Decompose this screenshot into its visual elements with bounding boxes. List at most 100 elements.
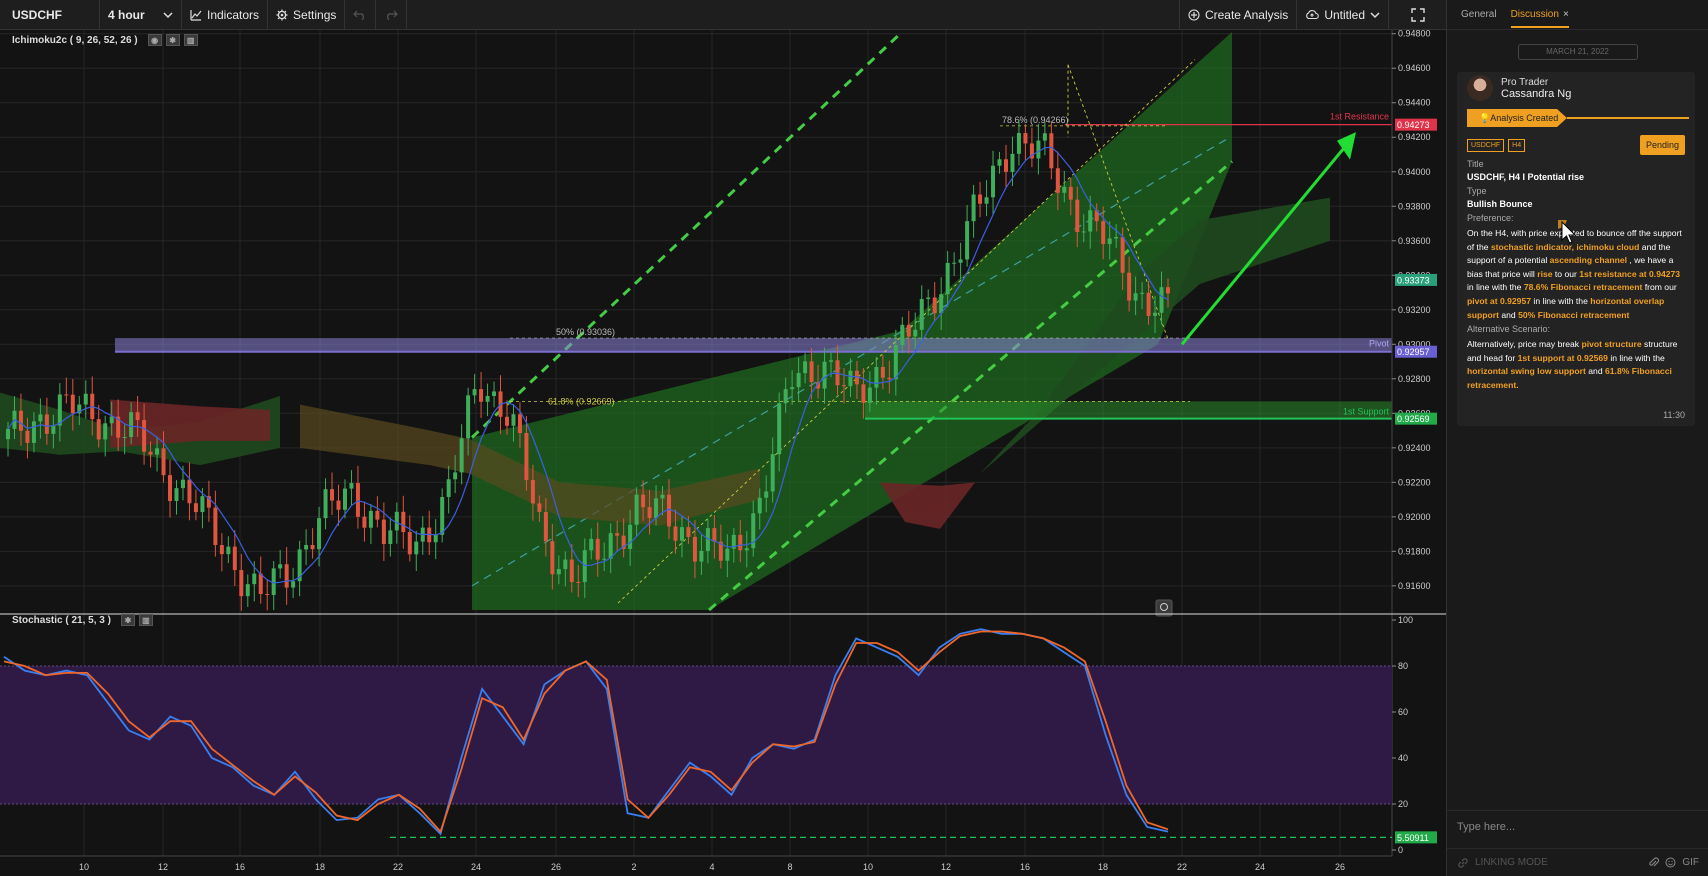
highlight-text[interactable]: 50% Fibonacci retracement [1518, 310, 1629, 320]
tab-discussion[interactable]: Discussion × [1510, 1, 1569, 28]
candle [1101, 221, 1106, 245]
candle [213, 507, 218, 546]
date-separator: MARCH 21, 2022 [1517, 44, 1638, 60]
trash-icon[interactable]: ▥ [138, 614, 153, 626]
time-tick-label: 12 [158, 862, 168, 872]
candle [1146, 292, 1151, 316]
body-text: in line with the [1607, 352, 1665, 363]
candle [647, 507, 652, 519]
candle [1166, 287, 1170, 294]
highlight-text[interactable]: 1st support at 0.92569 [1518, 353, 1608, 363]
price-tick-label: 0.91600 [1398, 581, 1431, 591]
time-tick-label: 10 [863, 862, 873, 872]
highlight-text[interactable]: rise [1537, 269, 1552, 279]
price-tick-label: 0.93800 [1398, 201, 1431, 211]
candle [628, 524, 633, 549]
chart-area[interactable]: 78.6% (0.94266) 50% (0.93036) 61.8% (0.926… [0, 30, 1446, 876]
candle [317, 518, 322, 550]
candle [582, 550, 587, 583]
candle [576, 581, 581, 583]
link-icon[interactable] [1457, 857, 1469, 869]
create-analysis-button[interactable]: Create Analysis [1178, 0, 1296, 29]
candle [103, 423, 108, 440]
interval-selector[interactable]: 4 hour [100, 0, 182, 29]
close-icon[interactable]: × [1563, 9, 1569, 20]
body-text: in line with the [1531, 295, 1591, 306]
avatar[interactable] [1467, 75, 1493, 101]
candle [187, 479, 192, 504]
candle [323, 489, 328, 519]
support-price-tag: 0.92569 [1397, 414, 1430, 424]
fib-786-label: 78.6% (0.94266) [1002, 115, 1069, 125]
candle [958, 259, 963, 263]
chart-canvas[interactable]: 78.6% (0.94266) 50% (0.93036) 61.8% (0.926… [0, 30, 1446, 876]
message-input[interactable]: Type here... [1447, 810, 1708, 846]
candle [1081, 231, 1086, 233]
candle [1114, 236, 1119, 239]
stoch-tick-label: 100 [1398, 615, 1413, 625]
highlight-text[interactable]: horizontal swing low support [1467, 366, 1586, 376]
candle [168, 475, 173, 501]
gear-icon[interactable]: ✱ [165, 34, 180, 46]
candle [38, 414, 43, 422]
highlight-text[interactable]: 1st resistance at 0.94273 [1579, 269, 1680, 279]
undo-icon [353, 10, 365, 20]
candle [803, 361, 808, 374]
candle [608, 533, 613, 559]
undo-button[interactable] [345, 0, 377, 29]
highlight-text[interactable]: pivot at 0.92957 [1467, 296, 1531, 306]
attachment-icon[interactable] [1648, 857, 1660, 868]
time-tick-label: 18 [1098, 862, 1108, 872]
body-text: Alternatively, price may break [1467, 339, 1582, 350]
settings-button[interactable]: Settings [268, 0, 346, 29]
candle [679, 527, 684, 541]
status-bar: 💡Analysis Created [1467, 109, 1689, 127]
tab-general[interactable]: General [1461, 9, 1497, 20]
candle [239, 570, 244, 597]
price-tick-label: 0.94000 [1398, 167, 1431, 177]
candle [667, 494, 672, 527]
candle [1140, 292, 1145, 294]
time-tick-label: 8 [787, 862, 792, 872]
time-tick-label: 2 [631, 862, 636, 872]
layout-label: Untitled [1324, 7, 1365, 22]
symbol-selector[interactable]: USDCHF [0, 0, 100, 29]
candle [472, 389, 477, 396]
candle [70, 394, 75, 414]
candle [96, 419, 101, 440]
pending-button[interactable]: Pending [1639, 135, 1685, 155]
candle [504, 416, 509, 426]
candle [18, 410, 23, 431]
candle [1023, 133, 1028, 144]
indicators-button[interactable]: Indicators [182, 0, 269, 29]
candle [407, 532, 412, 555]
fib-618-label: 61.8% (0.92669) [548, 396, 615, 406]
candle [770, 454, 775, 492]
highlight-text[interactable]: pivot structure [1581, 339, 1641, 349]
emoji-icon[interactable] [1665, 857, 1676, 868]
candle [848, 370, 853, 387]
support-zone [865, 401, 1392, 419]
analysis-title: USDCHF, H4 I Potential rise [1467, 172, 1585, 182]
gif-button[interactable]: GIF [1682, 857, 1699, 868]
layout-selector[interactable]: Untitled [1296, 0, 1388, 29]
redo-button[interactable] [376, 0, 408, 29]
fullscreen-button[interactable] [1388, 0, 1446, 29]
candle [589, 538, 594, 551]
candle [388, 530, 393, 544]
time-tick-label: 4 [709, 862, 714, 872]
candle [900, 324, 905, 346]
linking-mode-label[interactable]: LINKING MODE [1475, 857, 1548, 868]
price-tick-label: 0.93200 [1398, 305, 1431, 315]
highlight-text[interactable]: 78.6% Fibonacci retracement [1524, 282, 1642, 292]
eye-icon[interactable]: ◉ [147, 34, 162, 46]
highlight-text[interactable]: ascending channel [1550, 255, 1627, 265]
candle [634, 494, 639, 525]
trash-icon[interactable]: ▥ [183, 34, 198, 46]
price-tick-label: 0.92000 [1398, 512, 1431, 522]
gear-icon[interactable]: ✱ [120, 614, 135, 626]
candle [939, 294, 944, 314]
interval-label: 4 hour [108, 7, 145, 22]
candle [595, 538, 600, 560]
